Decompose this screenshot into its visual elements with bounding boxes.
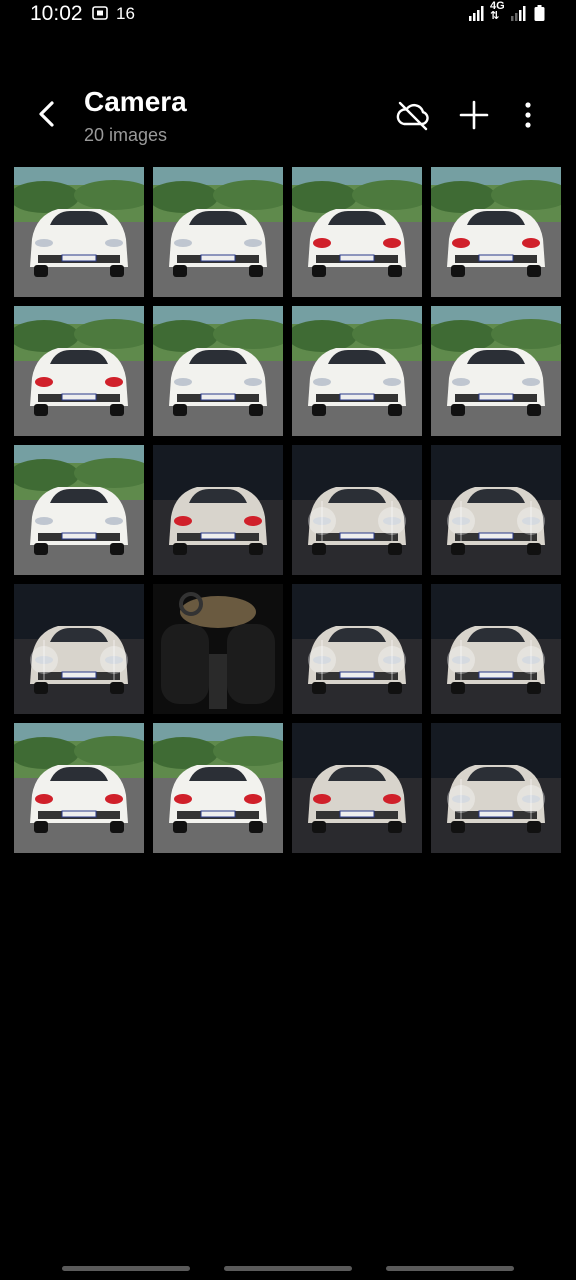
battery-icon (534, 5, 545, 21)
car-photo (153, 584, 283, 714)
car-photo (14, 584, 144, 714)
add-icon[interactable] (456, 97, 492, 133)
car-photo (292, 445, 422, 575)
photo-thumbnail[interactable] (431, 306, 561, 436)
chevron-left-icon[interactable] (30, 96, 66, 132)
photo-thumbnail[interactable] (292, 167, 422, 297)
photo-thumbnail[interactable] (153, 723, 283, 853)
car-photo (153, 306, 283, 436)
photo-thumbnail[interactable] (14, 167, 144, 297)
photo-thumbnail[interactable] (292, 445, 422, 575)
photo-thumbnail[interactable] (153, 445, 283, 575)
car-photo (153, 723, 283, 853)
photo-thumbnail[interactable] (292, 723, 422, 853)
photo-thumbnail[interactable] (431, 167, 561, 297)
car-photo (431, 584, 561, 714)
car-photo (14, 723, 144, 853)
status-bar: 10:02 16 4G ⇅ (0, 0, 576, 30)
screenshot-icon (92, 6, 108, 20)
signal-icon (511, 6, 526, 21)
image-count: 20 images (84, 125, 168, 145)
car-photo (153, 167, 283, 297)
car-photo (14, 306, 144, 436)
photo-thumbnail[interactable] (431, 584, 561, 714)
car-photo (292, 306, 422, 436)
photo-thumbnail[interactable] (431, 723, 561, 853)
photo-thumbnail[interactable] (153, 167, 283, 297)
car-photo (292, 723, 422, 853)
network-type: 4G ⇅ (490, 0, 505, 22)
photo-thumbnail[interactable] (153, 584, 283, 714)
photo-thumbnail[interactable] (14, 306, 144, 436)
car-photo (431, 306, 561, 436)
notification-count: 16 (116, 4, 135, 23)
photo-thumbnail[interactable] (431, 445, 561, 575)
cloud-off-icon[interactable] (395, 97, 431, 133)
car-photo (14, 167, 144, 297)
more-vert-icon[interactable] (510, 97, 546, 133)
photo-thumbnail[interactable] (14, 584, 144, 714)
photo-thumbnail[interactable] (14, 723, 144, 853)
car-photo (153, 445, 283, 575)
car-photo (14, 445, 144, 575)
status-time: 10:02 (30, 2, 83, 25)
photo-grid (14, 167, 562, 853)
car-photo (431, 445, 561, 575)
photo-thumbnail[interactable] (292, 584, 422, 714)
signal-icon (469, 6, 484, 21)
photo-thumbnail[interactable] (14, 445, 144, 575)
gesture-handle-left[interactable] (62, 1266, 190, 1271)
car-photo (292, 584, 422, 714)
gesture-handle-home[interactable] (224, 1266, 352, 1271)
car-photo (431, 723, 561, 853)
photo-thumbnail[interactable] (292, 306, 422, 436)
car-photo (431, 167, 561, 297)
gesture-handle-right[interactable] (386, 1266, 514, 1271)
car-photo (292, 167, 422, 297)
photo-thumbnail[interactable] (153, 306, 283, 436)
page-title: Camera (84, 86, 187, 117)
